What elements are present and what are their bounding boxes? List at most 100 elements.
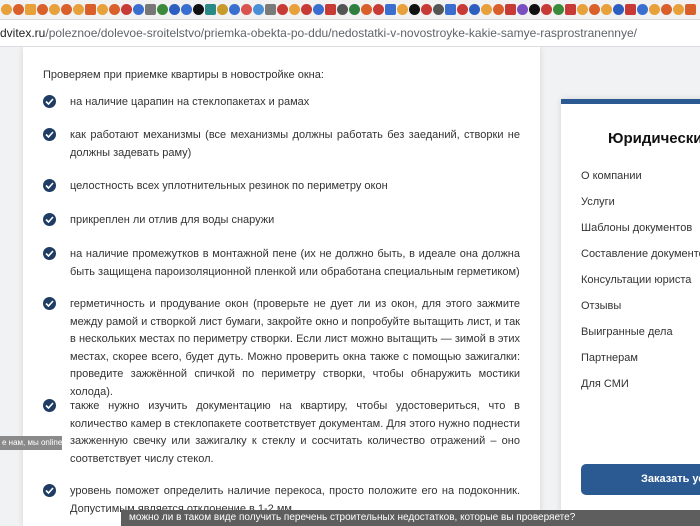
tab-favicon-icon[interactable]	[457, 4, 468, 15]
sidebar-item-reviews[interactable]: Отзывы	[581, 300, 621, 312]
tab-favicon-icon[interactable]	[673, 4, 684, 15]
order-button[interactable]: Заказать ус	[581, 464, 700, 495]
list-item: герметичность и продувание окон (проверь…	[43, 296, 520, 401]
tab-favicon-icon[interactable]	[589, 4, 600, 15]
tab-favicon-icon[interactable]	[301, 4, 312, 15]
tab-favicon-icon[interactable]	[445, 4, 456, 15]
tab-favicon-icon[interactable]	[349, 4, 360, 15]
tab-favicon-icon[interactable]	[325, 4, 336, 15]
tab-favicon-icon[interactable]	[529, 4, 540, 15]
check-icon	[43, 247, 56, 260]
sidebar-item-won-cases[interactable]: Выигранные дела	[581, 326, 673, 338]
tab-favicon-icon[interactable]	[133, 4, 144, 15]
tab-favicon-icon[interactable]	[541, 4, 552, 15]
check-icon	[43, 128, 56, 141]
check-icon	[43, 484, 56, 497]
tab-favicon-icon[interactable]	[121, 4, 132, 15]
tab-favicon-icon[interactable]	[661, 4, 672, 15]
tab-favicon-icon[interactable]	[1, 4, 12, 15]
url-path: /poleznoe/dolevoe-sroitelstvo/priemka-ob…	[45, 26, 637, 40]
tab-favicon-icon[interactable]	[109, 4, 120, 15]
tab-favicon-icon[interactable]	[517, 4, 528, 15]
tab-favicon-icon[interactable]	[253, 4, 264, 15]
article-intro: Проверяем при приемке квартиры в новостр…	[43, 69, 324, 81]
tab-favicon-icon[interactable]	[625, 4, 636, 15]
web-page: Проверяем при приемке квартиры в новостр…	[0, 47, 700, 526]
list-item: целостность всех уплотнительных резинок …	[43, 178, 520, 196]
tab-favicon-icon[interactable]	[49, 4, 60, 15]
tab-favicon-icon[interactable]	[361, 4, 372, 15]
browser-tab-bar	[0, 0, 700, 20]
tab-favicon-icon[interactable]	[637, 4, 648, 15]
tab-favicon-icon[interactable]	[409, 4, 420, 15]
list-item: также нужно изучить документацию на квар…	[43, 398, 520, 468]
tab-favicon-icon[interactable]	[481, 4, 492, 15]
tab-favicon-icon[interactable]	[97, 4, 108, 15]
list-item-text: целостность всех уплотнительных резинок …	[70, 180, 388, 192]
tab-favicon-icon[interactable]	[685, 4, 696, 15]
tab-favicon-icon[interactable]	[649, 4, 660, 15]
tab-favicon-icon[interactable]	[469, 4, 480, 15]
list-item-text: герметичность и продувание окон (проверь…	[70, 298, 520, 398]
tab-favicon-icon[interactable]	[385, 4, 396, 15]
tab-favicon-icon[interactable]	[13, 4, 24, 15]
tab-favicon-icon[interactable]	[145, 4, 156, 15]
check-icon	[43, 179, 56, 192]
tab-favicon-icon[interactable]	[493, 4, 504, 15]
chat-widget-label[interactable]: е нам, мы online!	[0, 436, 62, 450]
tab-favicon-icon[interactable]	[85, 4, 96, 15]
tab-favicon-icon[interactable]	[61, 4, 72, 15]
list-item-text: прикреплен ли отлив для воды снаружи	[70, 214, 275, 226]
address-bar[interactable]: dvitex.ru/poleznoe/dolevoe-sroitelstvo/p…	[0, 20, 700, 47]
sidebar-item-media[interactable]: Для СМИ	[581, 378, 629, 390]
list-item-text: на наличие промежутков в монтажной пене …	[70, 248, 520, 278]
tab-favicon-icon[interactable]	[601, 4, 612, 15]
tab-favicon-icon[interactable]	[193, 4, 204, 15]
tab-favicon-icon[interactable]	[577, 4, 588, 15]
tab-favicon-icon[interactable]	[217, 4, 228, 15]
tab-favicon-icon[interactable]	[337, 4, 348, 15]
tab-favicon-icon[interactable]	[205, 4, 216, 15]
list-item: на наличие промежутков в монтажной пене …	[43, 246, 520, 281]
check-icon	[43, 399, 56, 412]
tab-favicon-icon[interactable]	[277, 4, 288, 15]
tab-favicon-icon[interactable]	[289, 4, 300, 15]
tab-favicon-icon[interactable]	[157, 4, 168, 15]
chat-message-preview[interactable]: можно ли в таком виде получить перечень …	[121, 510, 700, 526]
list-item-text: также нужно изучить документацию на квар…	[70, 400, 520, 465]
tab-favicon-icon[interactable]	[37, 4, 48, 15]
tab-favicon-icon[interactable]	[553, 4, 564, 15]
sidebar-item-drafting[interactable]: Составление документов	[581, 248, 700, 260]
check-icon	[43, 95, 56, 108]
tab-favicon-icon[interactable]	[373, 4, 384, 15]
tab-favicon-icon[interactable]	[73, 4, 84, 15]
sidebar-item-templates[interactable]: Шаблоны документов	[581, 222, 692, 234]
url-text[interactable]: dvitex.ru/poleznoe/dolevoe-sroitelstvo/p…	[0, 26, 637, 40]
tab-favicon-icon[interactable]	[241, 4, 252, 15]
tab-favicon-icon[interactable]	[25, 4, 36, 15]
list-item-text: на наличие царапин на стеклопакетах и ра…	[70, 96, 310, 108]
tab-favicon-icon[interactable]	[397, 4, 408, 15]
sidebar-item-partners[interactable]: Партнерам	[581, 352, 638, 364]
tab-favicon-icon[interactable]	[169, 4, 180, 15]
sidebar-title: Юридически	[608, 130, 700, 147]
tab-favicon-icon[interactable]	[565, 4, 576, 15]
sidebar-item-services[interactable]: Услуги	[581, 196, 615, 208]
tab-favicon-icon[interactable]	[505, 4, 516, 15]
tab-favicon-icon[interactable]	[433, 4, 444, 15]
list-item: прикреплен ли отлив для воды снаружи	[43, 212, 520, 230]
tab-favicon-icon[interactable]	[421, 4, 432, 15]
list-item-text: как работают механизмы (все механизмы до…	[70, 129, 520, 159]
article-content: Проверяем при приемке квартиры в новостр…	[23, 47, 540, 526]
list-item: как работают механизмы (все механизмы до…	[43, 127, 520, 162]
tab-favicon-icon[interactable]	[181, 4, 192, 15]
tab-favicon-icon[interactable]	[613, 4, 624, 15]
tab-favicon-icon[interactable]	[265, 4, 276, 15]
sidebar-item-about[interactable]: О компании	[581, 170, 642, 182]
sidebar-item-consultations[interactable]: Консультации юриста	[581, 274, 691, 286]
url-host: dvitex.ru	[0, 26, 46, 40]
tab-favicon-icon[interactable]	[229, 4, 240, 15]
sidebar-menu: Юридически О компании Услуги Шаблоны док…	[561, 99, 700, 520]
tab-favicon-icon[interactable]	[313, 4, 324, 15]
check-icon	[43, 297, 56, 310]
